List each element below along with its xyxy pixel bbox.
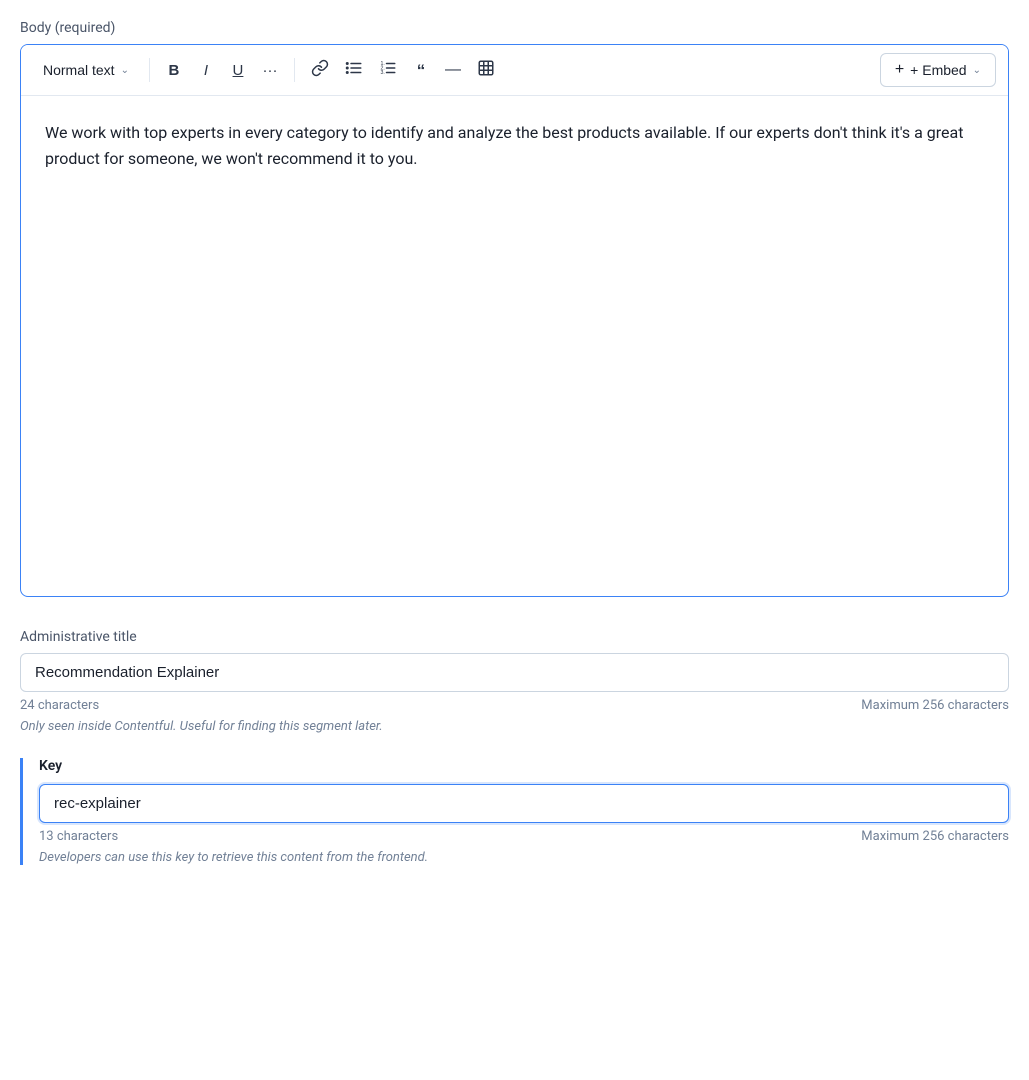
body-section-label: Body (required) [20, 20, 1009, 36]
embed-chevron-icon: ⌄ [973, 65, 981, 76]
body-editor-wrapper: Normal text ⌄ B I U ··· [20, 44, 1009, 597]
ordered-list-button[interactable]: 1. 2. 3. [373, 56, 403, 84]
key-max-chars: Maximum 256 characters [861, 829, 1009, 844]
text-format-dropdown[interactable]: Normal text ⌄ [33, 54, 139, 86]
editor-toolbar: Normal text ⌄ B I U ··· [21, 45, 1008, 96]
key-section: Key 13 characters Maximum 256 characters… [20, 758, 1009, 865]
admin-title-input[interactable] [20, 653, 1009, 692]
admin-title-hint: Only seen inside Contentful. Useful for … [20, 719, 1009, 734]
editor-text: We work with top experts in every catego… [45, 120, 984, 171]
admin-title-label: Administrative title [20, 629, 1009, 645]
underline-button[interactable]: U [224, 56, 252, 84]
quote-button[interactable]: “ [407, 56, 435, 84]
svg-text:3.: 3. [380, 70, 384, 76]
link-button[interactable] [305, 56, 335, 84]
more-icon: ··· [262, 62, 277, 79]
quote-icon: “ [417, 62, 426, 79]
key-char-count: 13 characters [39, 829, 118, 844]
toolbar-divider-2 [294, 58, 295, 82]
bullet-list-icon [345, 59, 363, 81]
key-char-row: 13 characters Maximum 256 characters [39, 829, 1009, 844]
embed-label: + Embed [910, 62, 966, 78]
hr-icon: — [445, 61, 461, 79]
key-label: Key [39, 758, 1009, 774]
embed-plus-icon: + [895, 61, 904, 79]
bold-icon: B [169, 62, 180, 79]
ordered-list-icon: 1. 2. 3. [379, 59, 397, 81]
key-hint: Developers can use this key to retrieve … [39, 850, 1009, 865]
hr-button[interactable]: — [439, 56, 467, 84]
text-format-chevron-icon: ⌄ [121, 65, 129, 76]
link-icon [311, 59, 329, 81]
admin-title-char-row: 24 characters Maximum 256 characters [20, 698, 1009, 713]
bullet-list-button[interactable] [339, 56, 369, 84]
editor-content[interactable]: We work with top experts in every catego… [21, 96, 1008, 596]
underline-icon: U [233, 62, 244, 79]
more-button[interactable]: ··· [256, 56, 284, 84]
text-format-label: Normal text [43, 62, 115, 78]
italic-icon: I [204, 62, 208, 79]
table-button[interactable] [471, 56, 501, 84]
table-icon [477, 59, 495, 81]
bold-button[interactable]: B [160, 56, 188, 84]
admin-title-max-chars: Maximum 256 characters [861, 698, 1009, 713]
italic-button[interactable]: I [192, 56, 220, 84]
admin-title-char-count: 24 characters [20, 698, 99, 713]
toolbar-divider-1 [149, 58, 150, 82]
key-input[interactable] [39, 784, 1009, 823]
admin-title-section: Administrative title 24 characters Maxim… [20, 629, 1009, 734]
embed-button[interactable]: + + Embed ⌄ [880, 53, 996, 87]
